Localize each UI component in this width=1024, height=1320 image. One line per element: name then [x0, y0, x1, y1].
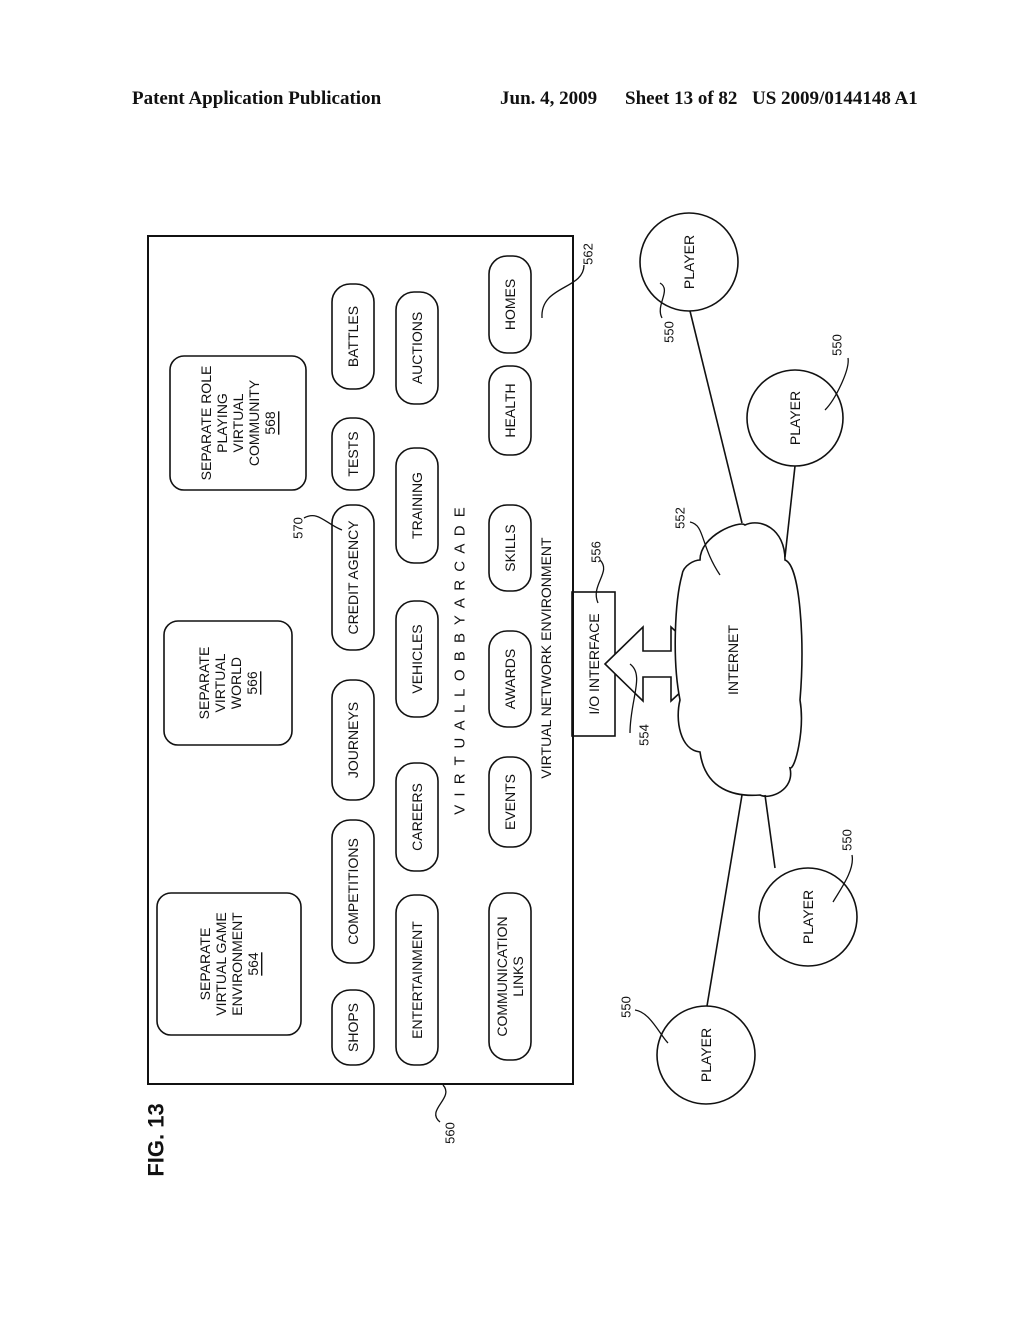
separate-box-ref: 564: [245, 952, 261, 976]
pill-label: LINKS: [510, 956, 526, 996]
pill-label: EVENTS: [502, 774, 518, 830]
pill-label: HEALTH: [502, 383, 518, 437]
pill-label: CREDIT AGENCY: [345, 520, 361, 635]
pill-label: ENTERTAINMENT: [409, 921, 425, 1039]
figure-label: FIG. 13: [144, 1103, 169, 1176]
separate-box-line: COMMUNITY: [246, 379, 262, 466]
pill-label: CAREERS: [409, 783, 425, 851]
player-label: PLAYER: [787, 391, 803, 445]
pill-label: SHOPS: [345, 1003, 361, 1052]
ref-552: 552: [673, 507, 688, 529]
pill-label: SKILLS: [502, 524, 518, 571]
player-label: PLAYER: [698, 1028, 714, 1082]
leader-550: [659, 282, 666, 319]
ref-562: 562: [581, 243, 596, 265]
network-connection-line: [764, 794, 776, 869]
pill-label: COMMUNICATION: [494, 916, 510, 1036]
network-connection-line: [706, 794, 743, 1007]
separate-box-line: SEPARATE: [197, 928, 213, 1001]
pill-label: BATTLES: [345, 306, 361, 367]
separate-box-line: VIRTUAL: [212, 653, 228, 712]
ref-570: 570: [291, 517, 306, 539]
ref-550: 550: [662, 321, 677, 343]
leader-550: [832, 854, 853, 903]
leader-570: [303, 515, 343, 531]
pill-label: TESTS: [345, 431, 361, 476]
separate-box-line: PLAYING: [214, 393, 230, 453]
pill-label: VEHICLES: [409, 624, 425, 693]
pill-label: JOURNEYS: [345, 702, 361, 778]
leader-560: [435, 1084, 447, 1123]
network-connection-line: [784, 465, 796, 558]
separate-box-line: VIRTUAL GAME: [213, 912, 229, 1015]
io-interface-label: I/O INTERFACE: [586, 613, 602, 714]
leader-550: [634, 1009, 669, 1044]
player-label: PLAYER: [681, 235, 697, 289]
ref-550: 550: [619, 996, 634, 1018]
separate-box-ref: 568: [262, 411, 278, 435]
pill-label: TRAINING: [409, 472, 425, 539]
ref-554: 554: [637, 724, 652, 746]
pill-label: HOMES: [502, 279, 518, 330]
separate-box-ref: 566: [244, 671, 260, 695]
virtual-lobby-arcade-label: V I R T U A L L O B B Y A R C A D E: [452, 505, 469, 815]
ref-556: 556: [589, 541, 604, 563]
pill-label: AUCTIONS: [409, 312, 425, 384]
separate-box-line: VIRTUAL: [230, 393, 246, 452]
separate-box-line: WORLD: [228, 657, 244, 709]
ref-550: 550: [830, 334, 845, 356]
player-label: PLAYER: [800, 890, 816, 944]
leader-556: [595, 559, 605, 604]
network-connection-line: [689, 310, 743, 524]
ref-560: 560: [443, 1122, 458, 1144]
pill-label: COMPETITIONS: [345, 838, 361, 945]
virtual-network-environment-label: VIRTUAL NETWORK ENVIRONMENT: [538, 537, 554, 779]
ref-550: 550: [840, 829, 855, 851]
separate-box-line: SEPARATE: [196, 647, 212, 720]
figure-13-diagram: SEPARATE VIRTUAL GAME ENVIRONMENT 564SEPARA…: [144, 212, 858, 1177]
separate-box-line: SEPARATE ROLE: [198, 366, 214, 481]
pill-label: AWARDS: [502, 649, 518, 709]
separate-box-line: ENVIRONMENT: [229, 912, 245, 1016]
internet-label: INTERNET: [725, 625, 741, 695]
leader-562: [541, 264, 585, 319]
